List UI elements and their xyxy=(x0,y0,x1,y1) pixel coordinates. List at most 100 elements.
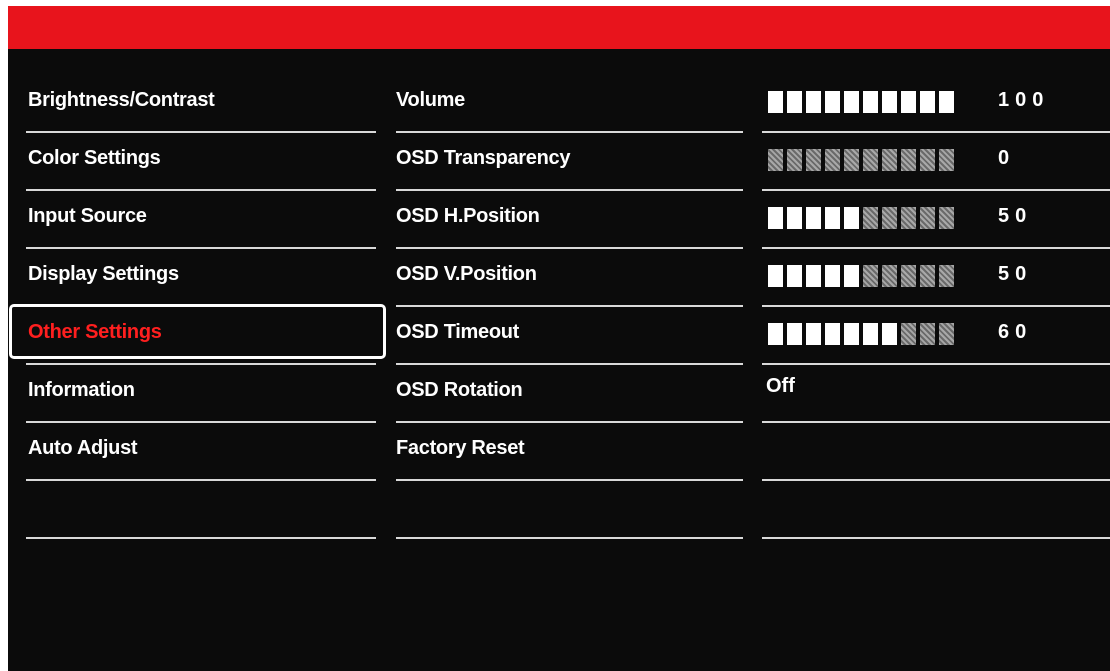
value-row-factory-reset xyxy=(762,424,1110,481)
value-row-osd-rotation: Off xyxy=(762,366,1110,423)
main-menu-item-auto-adjust[interactable]: Auto Adjust xyxy=(26,424,376,481)
meter-segment-filled xyxy=(920,91,935,113)
submenu: Volume OSD Transparency OSD H.Position O… xyxy=(396,76,743,539)
meter-segment-filled xyxy=(806,91,821,113)
main-menu-item-input-source[interactable]: Input Source xyxy=(26,192,376,249)
submenu-item-label: OSD Rotation xyxy=(396,379,523,401)
meter-segment-filled xyxy=(806,265,821,287)
meter-segment-filled xyxy=(806,207,821,229)
main-menu-item-label: Display Settings xyxy=(28,263,179,285)
submenu-item-label: Factory Reset xyxy=(396,437,525,459)
osd-v-position-value: 50 xyxy=(998,263,1033,285)
meter-segment-empty xyxy=(844,149,859,171)
meter-segment-empty xyxy=(920,149,935,171)
osd-rotation-value[interactable]: Off xyxy=(766,375,795,398)
meter-segment-empty xyxy=(863,265,878,287)
meter-segment-filled xyxy=(768,323,783,345)
submenu-item-osd-timeout[interactable]: OSD Timeout xyxy=(396,308,743,365)
meter-segment-empty xyxy=(787,149,802,171)
submenu-item-volume[interactable]: Volume xyxy=(396,76,743,133)
submenu-item-factory-reset[interactable]: Factory Reset xyxy=(396,424,743,481)
meter-segment-filled xyxy=(882,323,897,345)
meter-segment-empty xyxy=(939,207,954,229)
main-menu-item-empty xyxy=(26,482,376,539)
meter-segment-filled xyxy=(825,323,840,345)
meter-segment-filled xyxy=(787,207,802,229)
volume-level-meter[interactable] xyxy=(768,91,954,113)
osd-timeout-level-meter[interactable] xyxy=(768,323,954,345)
volume-value: 100 xyxy=(998,89,1050,111)
meter-segment-filled xyxy=(844,323,859,345)
value-row-osd-timeout: 60 xyxy=(762,308,1110,365)
meter-segment-empty xyxy=(825,149,840,171)
submenu-item-empty xyxy=(396,482,743,539)
meter-segment-filled xyxy=(863,323,878,345)
meter-segment-filled xyxy=(825,207,840,229)
meter-segment-empty xyxy=(939,149,954,171)
main-menu: Brightness/Contrast Color Settings Input… xyxy=(9,76,386,539)
meter-segment-empty xyxy=(939,323,954,345)
meter-segment-filled xyxy=(768,91,783,113)
meter-segment-filled xyxy=(768,207,783,229)
meter-segment-filled xyxy=(825,265,840,287)
submenu-item-label: Volume xyxy=(396,89,465,111)
meter-segment-empty xyxy=(901,323,916,345)
osd-timeout-value: 60 xyxy=(998,321,1033,343)
submenu-item-label: OSD V.Position xyxy=(396,263,537,285)
meter-segment-empty xyxy=(901,149,916,171)
meter-segment-empty xyxy=(882,149,897,171)
main-menu-item-information[interactable]: Information xyxy=(26,366,376,423)
osd-h-position-value: 50 xyxy=(998,205,1033,227)
submenu-item-label: OSD Timeout xyxy=(396,321,520,343)
meter-segment-filled xyxy=(939,91,954,113)
osd-transparency-level-meter[interactable] xyxy=(768,149,954,171)
submenu-item-label: OSD Transparency xyxy=(396,147,571,169)
osd-screen: Brightness/Contrast Color Settings Input… xyxy=(8,6,1110,671)
meter-segment-filled xyxy=(863,91,878,113)
meter-segment-empty xyxy=(920,207,935,229)
osd-header-bar xyxy=(8,6,1110,49)
meter-segment-filled xyxy=(882,91,897,113)
meter-segment-empty xyxy=(939,265,954,287)
main-menu-item-label: Auto Adjust xyxy=(28,437,138,459)
osd-v-position-level-meter[interactable] xyxy=(768,265,954,287)
main-menu-item-display-settings[interactable]: Display Settings xyxy=(26,250,376,307)
submenu-item-osd-transparency[interactable]: OSD Transparency xyxy=(396,134,743,191)
main-menu-item-label: Color Settings xyxy=(28,147,161,169)
submenu-item-label: OSD H.Position xyxy=(396,205,540,227)
main-menu-item-other-settings[interactable]: Other Settings xyxy=(9,304,386,365)
osd-h-position-level-meter[interactable] xyxy=(768,207,954,229)
meter-segment-filled xyxy=(806,323,821,345)
meter-segment-empty xyxy=(768,149,783,171)
meter-segment-empty xyxy=(882,207,897,229)
meter-segment-empty xyxy=(863,149,878,171)
submenu-item-osd-v-position[interactable]: OSD V.Position xyxy=(396,250,743,307)
meter-segment-empty xyxy=(863,207,878,229)
meter-segment-empty xyxy=(920,323,935,345)
value-row-osd-v-position: 50 xyxy=(762,250,1110,307)
meter-segment-filled xyxy=(768,265,783,287)
submenu-item-osd-h-position[interactable]: OSD H.Position xyxy=(396,192,743,249)
meter-segment-empty xyxy=(882,265,897,287)
value-row-osd-h-position: 50 xyxy=(762,192,1110,249)
meter-segment-empty xyxy=(920,265,935,287)
main-menu-item-label: Other Settings xyxy=(28,321,162,343)
value-row-osd-transparency: 0 xyxy=(762,134,1110,191)
main-menu-item-color-settings[interactable]: Color Settings xyxy=(26,134,376,191)
main-menu-item-label: Input Source xyxy=(28,205,147,227)
meter-segment-filled xyxy=(825,91,840,113)
main-menu-item-label: Brightness/Contrast xyxy=(28,89,215,111)
value-column: 100 0 50 50 60 Off xyxy=(762,76,1110,539)
value-row-volume: 100 xyxy=(762,76,1110,133)
meter-segment-filled xyxy=(844,207,859,229)
osd-transparency-value: 0 xyxy=(998,147,1016,169)
submenu-item-osd-rotation[interactable]: OSD Rotation xyxy=(396,366,743,423)
meter-segment-filled xyxy=(844,91,859,113)
meter-segment-empty xyxy=(806,149,821,171)
main-menu-item-brightness-contrast[interactable]: Brightness/Contrast xyxy=(26,76,376,133)
meter-segment-filled xyxy=(901,91,916,113)
meter-segment-empty xyxy=(901,207,916,229)
meter-segment-empty xyxy=(901,265,916,287)
meter-segment-filled xyxy=(787,91,802,113)
main-menu-item-label: Information xyxy=(28,379,135,401)
